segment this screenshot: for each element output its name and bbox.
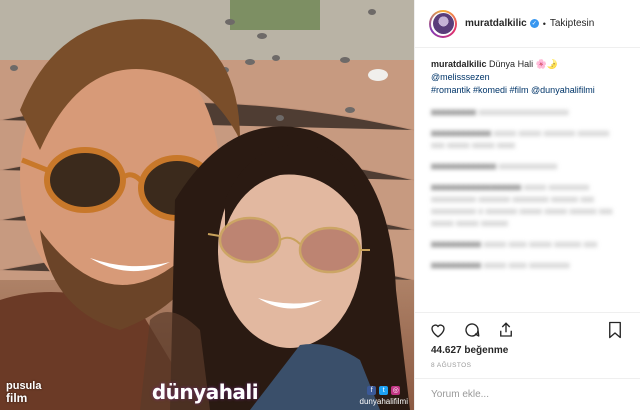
- comment-item: xxxxxxxxx xxxxxxxxxxxxxxxxxxxx: [431, 106, 624, 118]
- add-comment-bar: [415, 378, 640, 410]
- comment-user: xxxxxxxxxx: [431, 260, 482, 270]
- bookmark-icon[interactable]: [607, 321, 627, 341]
- comment-item: xxxxxxxxxxxxxxxxxx xxxxx xxxxxxxxx xxxxx…: [431, 181, 624, 229]
- follow-status-button[interactable]: Takiptesin: [550, 18, 594, 29]
- caption-text: Dünya Hali 🌸🌛: [489, 59, 558, 69]
- post-modal: pusula film dünyahali f t ◎ dunyahalifil…: [0, 0, 640, 410]
- heart-icon[interactable]: [429, 321, 449, 341]
- comment-user: xxxxxxxxxx: [431, 239, 482, 249]
- avatar[interactable]: [429, 9, 457, 38]
- share-icon[interactable]: [497, 321, 517, 341]
- action-bar: [415, 312, 640, 348]
- comment-item: xxxxxxxxxx xxxxx xxxx xxxxx xxxxxx xxx: [431, 238, 624, 250]
- comment-icon[interactable]: [463, 321, 483, 341]
- watermark-brand-post: hali: [218, 380, 259, 404]
- separator-dot: •: [542, 18, 546, 29]
- watermark-brand-pre: dünya: [151, 380, 219, 404]
- caption-tags[interactable]: #romantik #komedi #film @dunyahalifilmi: [431, 85, 595, 95]
- facebook-icon: f: [367, 386, 377, 395]
- comment-text: xxxxxxxxxxxxx: [498, 161, 558, 171]
- comment-item: xxxxxxxxxxxx xxxxx xxxxx xxxxxxx xxxxxxx…: [431, 127, 624, 151]
- watermark-brand: dünyahali: [150, 380, 260, 404]
- caption-mention[interactable]: @melisssezen: [431, 72, 490, 82]
- comment-user: xxxxxxxxx: [431, 107, 477, 117]
- post-photo[interactable]: pusula film dünyahali f t ◎ dunyahalifil…: [0, 0, 414, 410]
- watermark-right-handle: dunyahalifilmi: [359, 397, 408, 406]
- caption-username[interactable]: muratdalkilic: [431, 59, 487, 69]
- watermark-left: pusula film: [6, 380, 41, 404]
- twitter-icon: t: [379, 386, 389, 395]
- comment-item: xxxxxxxxxx xxxxx xxxx xxxxxxxxx: [431, 259, 624, 271]
- social-icons: f t ◎: [360, 386, 408, 395]
- post-sidebar: muratdalkilic ✓ • Takiptesin muratdalkil…: [414, 0, 640, 410]
- comment-user: xxxxxxxxxxxxx: [431, 161, 497, 171]
- post-date: 8 AĞUSTOS: [431, 362, 472, 369]
- comment-user: xxxxxxxxxxxx: [431, 128, 492, 138]
- comment-item: xxxxxxxxxxxxx xxxxxxxxxxxxx: [431, 160, 624, 172]
- post-header: muratdalkilic ✓ • Takiptesin: [415, 0, 640, 48]
- watermark-left-line2: film: [6, 391, 28, 405]
- instagram-icon: ◎: [391, 386, 401, 395]
- comment-text: xxxxx xxxx xxxxxxxxx: [483, 260, 570, 270]
- comment-text: xxxxxxxxxxxxxxxxxxxx: [478, 107, 569, 117]
- photo-illustration: [0, 0, 414, 410]
- likes-count[interactable]: 44.627 beğenme: [431, 345, 508, 356]
- comment-input[interactable]: [431, 389, 625, 400]
- comment-text: xxxxx xxxx xxxxx xxxxxx xxx: [483, 239, 598, 249]
- watermark-right: f t ◎ dunyahalifilmi: [360, 386, 408, 406]
- comment-user: xxxxxxxxxxxxxxxxxx: [431, 182, 522, 192]
- post-caption: muratdalkilic Dünya Hali 🌸🌛 @melisssezen…: [431, 58, 624, 97]
- comments-list: muratdalkilic Dünya Hali 🌸🌛 @melisssezen…: [415, 48, 640, 312]
- verified-badge-icon: ✓: [529, 19, 539, 28]
- username-link[interactable]: muratdalkilic: [465, 18, 527, 29]
